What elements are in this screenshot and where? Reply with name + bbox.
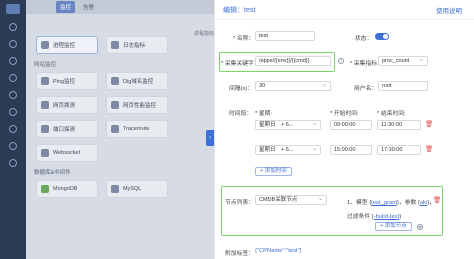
- card-port[interactable]: 端口探测: [36, 120, 98, 138]
- edit-drawer: 编辑：test 使用说明 * 名称： test 状态： * 采集关键字： /ap…: [214, 0, 474, 259]
- week-select[interactable]: 星期日 + 6...: [255, 120, 321, 130]
- dig-icon: [111, 77, 119, 85]
- user-input[interactable]: root: [378, 81, 428, 91]
- nav-dashboard-icon[interactable]: [9, 40, 17, 48]
- drawer-title: 编辑：test: [223, 6, 256, 14]
- process-icon: [41, 41, 49, 49]
- model-link[interactable]: test_grant: [371, 200, 397, 206]
- status-label: 状态：: [355, 36, 373, 42]
- tab-monitor[interactable]: 监控: [56, 1, 76, 13]
- card-web-probe[interactable]: 网页拨测: [36, 96, 98, 114]
- node-desc-line1: 1、模型 {test_grant}，参数 {aki}，: [347, 200, 435, 206]
- interval-label: 间隔(s)：: [229, 86, 254, 92]
- name-input[interactable]: test: [255, 31, 315, 41]
- card-traceroute[interactable]: Traceroute: [106, 120, 168, 138]
- metric-select[interactable]: proc_count: [378, 56, 428, 66]
- perf-icon: [111, 101, 119, 109]
- add-node-button[interactable]: + 添加节点: [375, 222, 412, 231]
- trace-icon: [111, 125, 119, 133]
- keyword-info-icon[interactable]: ?: [338, 58, 344, 64]
- drawer-header: 编辑：test 使用说明: [215, 0, 474, 20]
- nav-log-icon[interactable]: [9, 91, 17, 99]
- log-icon: [111, 41, 119, 49]
- view-node-icon[interactable]: ◉: [417, 224, 423, 230]
- add-time-button[interactable]: + 添加时间: [255, 167, 292, 176]
- mongodb-icon: [41, 185, 49, 193]
- start-time-input[interactable]: 15:00:00: [330, 145, 372, 155]
- keyword-input[interactable]: /apps/{{env}}/{{cmd}}: [255, 56, 331, 66]
- background-dashboard: 监控 告警 进程监控 日志指标 网站监控 Ping监控 Dig域名监控 网页拨测…: [26, 0, 214, 259]
- card-web-perf[interactable]: 网页性能监控: [106, 96, 168, 114]
- card-ping[interactable]: Ping监控: [36, 72, 98, 90]
- drawer-collapse-handle[interactable]: ›: [206, 130, 214, 146]
- help-link[interactable]: 使用说明: [436, 5, 462, 15]
- week-tag: 星期日: [259, 122, 276, 128]
- side-nav: [0, 0, 26, 259]
- nav-more-icon[interactable]: [9, 159, 17, 167]
- card-process-monitor[interactable]: 进程监控: [36, 36, 98, 54]
- node-select[interactable]: CMDB关联节点: [255, 195, 327, 205]
- nav-settings-icon[interactable]: [9, 125, 17, 133]
- week-more: + 6...: [281, 122, 294, 128]
- week-header: * 星期:: [255, 111, 273, 117]
- web-icon: [41, 101, 49, 109]
- keyword-label: * 采集关键字：: [221, 61, 260, 67]
- bg-tabs: 监控 告警: [26, 0, 214, 14]
- delete-row-icon[interactable]: 🗑: [425, 145, 433, 153]
- end-time-input[interactable]: 17:30:00: [377, 145, 421, 155]
- status-toggle[interactable]: [375, 33, 389, 40]
- card-log-metric[interactable]: 日志指标: [106, 36, 168, 54]
- user-label: 用户名：: [354, 86, 378, 92]
- ping-icon: [41, 77, 49, 85]
- nav-user-icon[interactable]: [9, 142, 17, 150]
- delete-node-icon[interactable]: 🗑: [433, 196, 441, 204]
- card-mongodb[interactable]: MongoDB: [36, 180, 98, 198]
- nav-alert-icon[interactable]: [9, 74, 17, 82]
- app-logo: [6, 4, 20, 14]
- card-mysql[interactable]: MySQL: [106, 180, 168, 198]
- card-dig[interactable]: Dig域名监控: [106, 72, 168, 90]
- name-label: * 名称：: [233, 36, 255, 42]
- filter-link[interactable]: -build-test: [374, 214, 399, 220]
- extra-tags-value[interactable]: {"CPName":"test"}: [255, 248, 302, 254]
- week-tag: 星期日: [259, 147, 276, 153]
- section-db: 数据库&中间件: [34, 170, 71, 176]
- section-web: 网站监控: [34, 62, 57, 68]
- mysql-icon: [111, 185, 119, 193]
- start-header: * 开始时间:: [330, 111, 359, 117]
- bg-right-label: 进程指标: [194, 31, 215, 37]
- websocket-icon: [41, 149, 49, 157]
- time-label: 时间段：: [229, 111, 253, 117]
- card-websocket[interactable]: Websocket: [36, 144, 98, 162]
- end-header: * 结束时间:: [377, 111, 406, 117]
- tab-alert[interactable]: 告警: [83, 3, 94, 11]
- extra-label: 附加标签：: [225, 251, 254, 257]
- end-time-input[interactable]: 11:30:00: [377, 120, 421, 130]
- node-label: 节点列表：: [225, 200, 254, 206]
- interval-select[interactable]: 30: [255, 81, 331, 91]
- node-desc-line2: 过滤条件 {-build-test}: [347, 214, 402, 220]
- week-more: + 6...: [281, 147, 294, 153]
- port-icon: [41, 125, 49, 133]
- delete-row-icon[interactable]: 🗑: [425, 120, 433, 128]
- nav-home-icon[interactable]: [9, 23, 17, 31]
- start-time-input[interactable]: 09:00:00: [330, 120, 372, 130]
- week-select[interactable]: 星期日 + 6...: [255, 145, 321, 155]
- nav-network-icon[interactable]: [9, 108, 17, 116]
- nav-monitor-icon[interactable]: [9, 57, 17, 65]
